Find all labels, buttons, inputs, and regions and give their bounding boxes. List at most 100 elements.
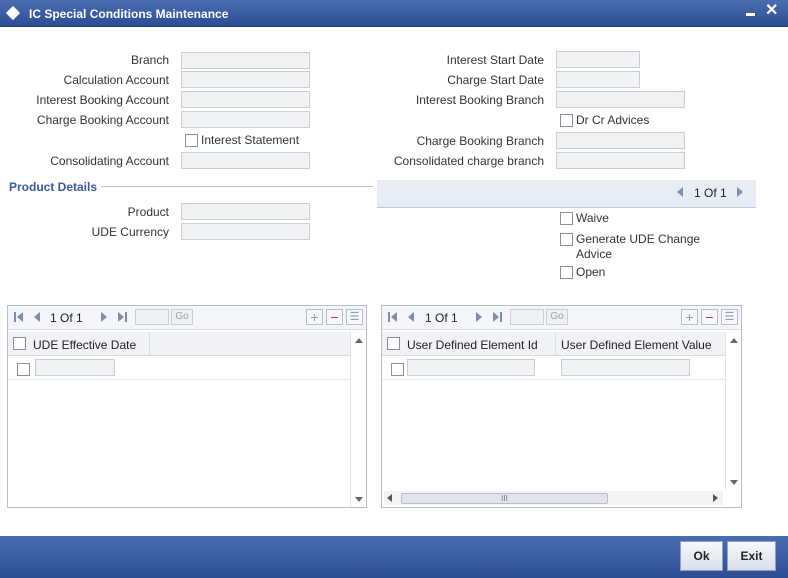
last-page-icon[interactable]	[125, 312, 127, 322]
scroll-down-icon[interactable]	[730, 480, 738, 485]
generate-ude-change-advice-label: Generate UDE Change	[576, 232, 701, 246]
interest-statement-label: Interest Statement	[201, 133, 300, 147]
dr-cr-advices-checkbox[interactable]	[560, 114, 573, 127]
product-pager-band: 1 Of 1	[377, 180, 756, 208]
scroll-up-icon[interactable]	[355, 338, 363, 343]
calculation-account-field[interactable]	[181, 71, 310, 88]
dr-cr-advices-label: Dr Cr Advices	[576, 113, 650, 127]
plus-icon[interactable]: +	[306, 309, 323, 325]
charge-booking-account-field[interactable]	[181, 111, 310, 128]
first-page-arrow-icon[interactable]	[391, 312, 397, 322]
plus-icon[interactable]: +	[681, 309, 698, 325]
interest-booking-branch-field[interactable]	[556, 91, 685, 108]
scroll-up-icon[interactable]	[730, 338, 738, 343]
list-icon[interactable]: ☰	[721, 309, 738, 325]
interest-statement-checkbox[interactable]	[185, 134, 198, 147]
generate-ude-change-advice-label-cont: Advice	[576, 247, 613, 261]
ok-button[interactable]: Ok	[680, 541, 723, 571]
product-details-title: Product Details	[9, 180, 98, 194]
column-header: User Defined Element Id	[403, 332, 556, 355]
consolidated-charge-branch-field[interactable]	[556, 152, 685, 169]
last-page-icon[interactable]	[500, 312, 502, 322]
user-defined-element-grid: 1 Of 1 Go + − ☰ User Defined Element Id …	[381, 305, 742, 508]
vertical-scrollbar[interactable]	[725, 332, 741, 490]
open-checkbox[interactable]	[560, 266, 573, 279]
interest-start-date-label: Interest Start Date	[446, 53, 544, 67]
row-checkbox[interactable]	[17, 363, 30, 376]
consolidating-account-label: Consolidating Account	[50, 154, 169, 168]
minus-icon[interactable]: −	[701, 309, 718, 325]
user-defined-element-id-cell[interactable]	[407, 359, 535, 376]
interest-booking-account-field[interactable]	[181, 91, 310, 108]
consolidating-account-field[interactable]	[181, 152, 310, 169]
first-page-arrow-icon[interactable]	[17, 312, 23, 322]
ude-currency-field[interactable]	[181, 223, 310, 240]
open-label: Open	[576, 265, 606, 279]
waive-label: Waive	[576, 211, 609, 225]
grid-pager-text: 1 Of 1	[50, 311, 83, 325]
row-checkbox[interactable]	[391, 363, 404, 376]
go-button[interactable]: Go	[171, 309, 193, 325]
generate-ude-change-advice-checkbox[interactable]	[560, 233, 573, 246]
ude-effective-date-cell[interactable]	[35, 359, 115, 376]
grid-toolbar: 1 Of 1 Go + − ☰	[8, 306, 366, 330]
interest-booking-branch-label: Interest Booking Branch	[415, 93, 544, 107]
next-page-icon[interactable]	[101, 312, 107, 322]
calculation-account-label: Calculation Account	[63, 73, 169, 87]
waive-checkbox[interactable]	[560, 212, 573, 225]
grid-header: User Defined Element Id User Defined Ele…	[382, 332, 725, 356]
next-page-icon[interactable]	[476, 312, 482, 322]
column-header: User Defined Element Value	[561, 338, 712, 352]
minus-icon[interactable]: −	[326, 309, 343, 325]
page-number-input[interactable]	[510, 309, 544, 325]
interest-start-date-field[interactable]	[556, 51, 640, 68]
charge-start-date-label: Charge Start Date	[447, 73, 544, 87]
product-label: Product	[127, 205, 169, 219]
branch-field[interactable]	[181, 52, 310, 69]
footer-bar	[0, 536, 788, 578]
list-icon[interactable]: ☰	[346, 309, 363, 325]
first-page-icon[interactable]	[388, 312, 390, 322]
last-page-arrow-icon[interactable]	[118, 312, 124, 322]
minimize-icon[interactable]	[744, 5, 758, 19]
previous-icon[interactable]	[677, 187, 683, 197]
user-defined-element-value-cell[interactable]	[561, 359, 690, 376]
charge-booking-branch-field[interactable]	[556, 132, 685, 149]
grid-header: UDE Effective Date	[8, 332, 351, 356]
section-divider	[101, 186, 373, 187]
select-all-checkbox[interactable]	[13, 337, 26, 350]
charge-booking-account-label: Charge Booking Account	[36, 113, 169, 127]
close-icon[interactable]: ✕	[765, 2, 778, 20]
horizontal-scroll-thumb[interactable]: III	[401, 493, 608, 504]
horizontal-scrollbar[interactable]: III	[384, 491, 723, 505]
window-diamond-icon	[5, 5, 21, 21]
branch-label: Branch	[130, 53, 169, 67]
select-all-checkbox[interactable]	[387, 337, 400, 350]
page-number-input[interactable]	[135, 309, 169, 325]
grid-toolbar: 1 Of 1 Go + − ☰	[382, 306, 741, 330]
first-page-icon[interactable]	[14, 312, 16, 322]
product-field[interactable]	[181, 203, 310, 220]
product-pager-text: 1 Of 1	[694, 186, 727, 200]
ude-effective-date-grid: 1 Of 1 Go + − ☰ UDE Effective Date	[7, 305, 367, 508]
interest-booking-account-label: Interest Booking Account	[36, 93, 169, 107]
charge-start-date-field[interactable]	[556, 71, 640, 88]
ude-currency-label: UDE Currency	[91, 225, 169, 239]
vertical-scrollbar[interactable]	[350, 332, 366, 507]
charge-booking-branch-label: Charge Booking Branch	[416, 134, 544, 148]
consolidated-charge-branch-label: Consolidated charge branch	[393, 154, 544, 168]
table-row	[382, 356, 725, 380]
next-icon[interactable]	[737, 187, 743, 197]
scroll-left-icon[interactable]	[387, 494, 392, 502]
scroll-down-icon[interactable]	[355, 497, 363, 502]
last-page-arrow-icon[interactable]	[493, 312, 499, 322]
previous-page-icon[interactable]	[408, 312, 414, 322]
column-header: UDE Effective Date	[29, 332, 150, 356]
window-title: IC Special Conditions Maintenance	[29, 7, 229, 21]
scroll-right-icon[interactable]	[713, 494, 718, 502]
title-bar: IC Special Conditions Maintenance ✕	[0, 0, 788, 27]
exit-button[interactable]: Exit	[727, 541, 776, 571]
table-row	[8, 356, 351, 380]
previous-page-icon[interactable]	[34, 312, 40, 322]
go-button[interactable]: Go	[546, 309, 568, 325]
